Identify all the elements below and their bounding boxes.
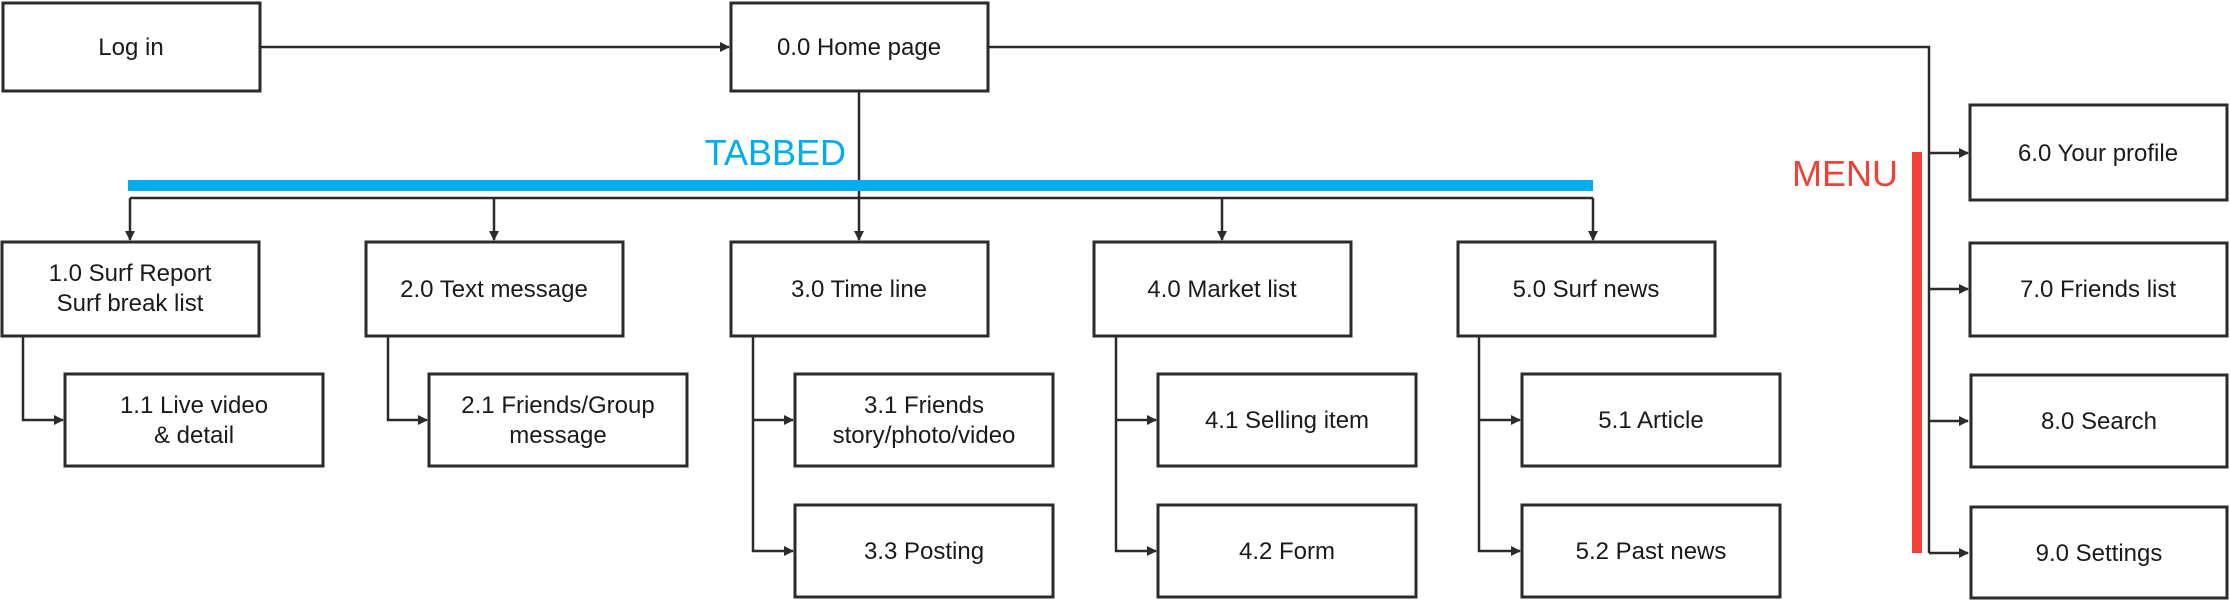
node-3-3[interactable]: 3.3 Posting	[793, 503, 1055, 599]
node-label: message	[509, 422, 606, 449]
tabbed-label: TABBED	[705, 132, 846, 173]
node-5-2[interactable]: 5.2 Past news	[1520, 503, 1782, 599]
node-label: Log in	[98, 34, 163, 61]
arrow-to-2-1	[386, 336, 428, 425]
node-label: 4.1 Selling item	[1205, 407, 1369, 434]
node-login[interactable]: Log in	[1, 1, 262, 93]
node-4-2[interactable]: 4.2 Form	[1156, 503, 1418, 599]
menu-label: MENU	[1792, 153, 1898, 194]
node-5-1[interactable]: 5.1 Article	[1520, 372, 1782, 468]
node-label: 4.0 Market list	[1147, 276, 1297, 303]
node-label: 0.0 Home page	[777, 34, 941, 61]
node-5-0[interactable]: 5.0 Surf news	[1456, 240, 1717, 338]
node-3-1[interactable]: 3.1 Friends story/photo/video	[793, 372, 1055, 468]
node-label: & detail	[154, 422, 234, 449]
node-label: 3.0 Time line	[791, 276, 927, 303]
arrow-to-1-1	[21, 336, 64, 425]
node-label: 1.1 Live video	[120, 392, 268, 419]
node-label: 5.0 Surf news	[1513, 276, 1660, 303]
node-label: 9.0 Settings	[2036, 540, 2163, 567]
node-label: Surf break list	[57, 290, 204, 317]
node-label: 4.2 Form	[1239, 538, 1335, 565]
node-4-1[interactable]: 4.1 Selling item	[1156, 372, 1418, 468]
arrow-to-4-2	[1114, 336, 1157, 556]
node-2-1[interactable]: 2.1 Friends/Group message	[427, 372, 689, 468]
node-6-0[interactable]: 6.0 Your profile	[1968, 103, 2229, 202]
node-label: 7.0 Friends list	[2020, 276, 2176, 303]
node-label: 2.0 Text message	[400, 276, 588, 303]
sitemap-diagram: TABBED MENU Log in 0.0 Home page 1.0 Sur…	[0, 1, 2229, 600]
node-8-0[interactable]: 8.0 Search	[1969, 373, 2229, 469]
node-label: 5.1 Article	[1598, 407, 1703, 434]
node-9-0[interactable]: 9.0 Settings	[1969, 505, 2229, 600]
node-home[interactable]: 0.0 Home page	[729, 1, 990, 93]
arrow-to-3-3	[751, 336, 794, 556]
node-3-0[interactable]: 3.0 Time line	[729, 240, 990, 338]
node-label: 6.0 Your profile	[2018, 140, 2178, 167]
node-label: 3.3 Posting	[864, 538, 984, 565]
node-7-0[interactable]: 7.0 Friends list	[1968, 241, 2229, 338]
node-label: 5.2 Past news	[1576, 538, 1727, 565]
node-label: story/photo/video	[833, 422, 1016, 449]
arrow-to-5-2	[1477, 336, 1521, 556]
node-label: 8.0 Search	[2041, 408, 2157, 435]
node-1-0[interactable]: 1.0 Surf Report Surf break list	[0, 240, 261, 338]
node-2-0[interactable]: 2.0 Text message	[364, 240, 625, 338]
node-label: 3.1 Friends	[864, 392, 984, 419]
node-label: 1.0 Surf Report	[49, 260, 212, 287]
menu-bar	[1912, 152, 1922, 553]
node-4-0[interactable]: 4.0 Market list	[1092, 240, 1353, 338]
tabbed-bar	[128, 180, 1593, 191]
node-label: 2.1 Friends/Group	[461, 392, 654, 419]
node-1-1[interactable]: 1.1 Live video & detail	[63, 372, 325, 468]
